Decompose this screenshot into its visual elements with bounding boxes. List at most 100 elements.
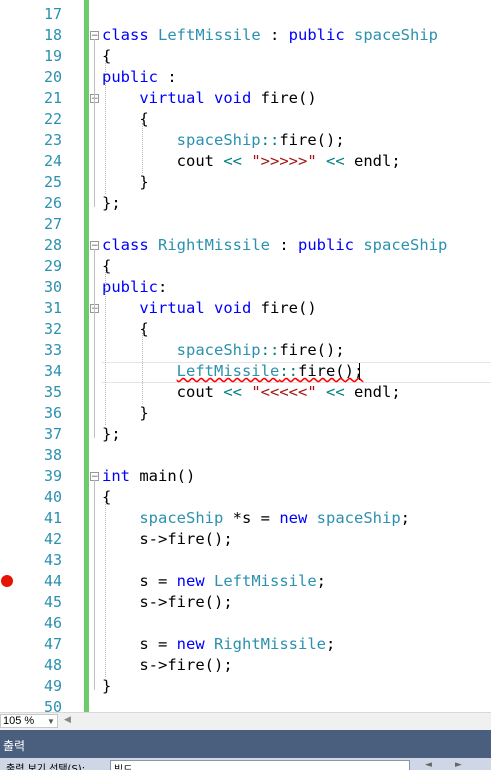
line-number: 32 [43, 320, 62, 338]
code-editor[interactable]: 17 18 class LeftMissile : public spaceShip… [0, 0, 491, 712]
code-token: LeftMissile [158, 26, 261, 44]
code-token: RightMissile [214, 635, 326, 653]
code-line[interactable]: virtual void fire() [102, 88, 317, 109]
code-line[interactable]: } [102, 403, 149, 424]
code-line[interactable]: public : [102, 67, 177, 88]
text-caret [359, 363, 360, 380]
line-number: 39 [43, 467, 62, 485]
code-token: "<<<<<" [251, 383, 317, 401]
code-line[interactable]: s = new RightMissile; [102, 634, 335, 655]
code-token: { [102, 47, 112, 65]
code-token: spaceShip [176, 131, 261, 149]
code-token: ; [400, 509, 411, 527]
indent-guide [142, 333, 143, 405]
chevron-down-icon: ▼ [47, 717, 55, 726]
code-token: :: [260, 341, 280, 359]
code-token: ">>>>>" [251, 152, 317, 170]
line-number: 19 [43, 47, 62, 65]
line-number: 34 [43, 362, 62, 380]
code-line[interactable]: virtual void fire() [102, 298, 317, 319]
line-number: 48 [43, 656, 62, 674]
code-line[interactable]: { [102, 256, 111, 277]
output-source-select[interactable]: 빌드 [110, 760, 410, 770]
code-line[interactable]: public: [102, 277, 167, 298]
code-line[interactable]: { [102, 46, 111, 67]
zoom-dropdown[interactable]: 105 % ▼ [0, 714, 58, 728]
code-line[interactable]: class LeftMissile : public spaceShip [102, 25, 438, 46]
code-token: new [279, 509, 308, 527]
code-token: } [102, 404, 149, 422]
code-line[interactable]: } [102, 676, 111, 697]
code-token: LeftMissile [214, 572, 317, 590]
line-number: 23 [43, 131, 62, 149]
code-line[interactable]: }; [102, 193, 121, 214]
zoom-level: 105 % [3, 715, 35, 727]
code-token: } [102, 173, 149, 191]
code-token: : [260, 26, 289, 44]
code-token: fire() [251, 299, 317, 317]
scroll-left-arrow-icon[interactable]: ◀ [64, 715, 71, 725]
line-number: 35 [43, 383, 62, 401]
code-token: cout [102, 152, 224, 170]
code-line[interactable]: }; [102, 424, 121, 445]
output-toolbar: 출력 보기 선택(S): 빌드 ◄ ► [0, 758, 491, 770]
code-token: *s = [223, 509, 280, 527]
code-token: main() [130, 467, 196, 485]
code-line[interactable]: } [102, 172, 149, 193]
code-token: { [102, 488, 112, 506]
code-line[interactable]: s->fire(); [102, 655, 232, 676]
code-token: s = [102, 572, 177, 590]
line-number: 26 [43, 194, 62, 212]
code-line[interactable]: cout << ">>>>>" << endl; [102, 151, 401, 172]
code-token: : [270, 236, 298, 254]
code-token: ; [325, 635, 336, 653]
code-token: fire() [251, 89, 317, 107]
code-token: { [102, 257, 112, 275]
line-number: 42 [43, 530, 62, 548]
line-number: 28 [43, 236, 62, 254]
line-number: 40 [43, 488, 62, 506]
code-line[interactable]: int main() [102, 466, 195, 487]
breakpoint-icon[interactable] [1, 575, 13, 587]
indent-guide [105, 60, 106, 195]
code-token: fire(); [297, 362, 364, 380]
code-line[interactable]: cout << "<<<<<" << endl; [102, 382, 401, 403]
code-line[interactable]: s->fire(); [102, 592, 232, 613]
code-token: << [223, 383, 242, 401]
code-line[interactable]: s = new LeftMissile; [102, 571, 326, 592]
code-token: class [102, 236, 149, 254]
line-number: 33 [43, 341, 62, 359]
code-token: void [214, 89, 252, 107]
code-token: spaceShip [363, 236, 448, 254]
code-token: public [288, 26, 345, 44]
code-line[interactable]: spaceShip::fire(); [102, 340, 345, 361]
line-number: 46 [43, 614, 62, 632]
code-line[interactable]: spaceShip::fire(); [102, 130, 345, 151]
code-line[interactable]: class RightMissile : public spaceShip [102, 235, 447, 256]
code-line[interactable]: s->fire(); [102, 529, 232, 550]
outline-bracket [94, 480, 95, 690]
editor-status-bar: 105 % ▼ ◀ [0, 712, 491, 730]
code-line[interactable]: spaceShip *s = new spaceShip; [102, 508, 410, 529]
code-token: fire(); [279, 341, 345, 359]
line-number: 41 [43, 509, 62, 527]
code-token: cout [102, 383, 224, 401]
line-number: 31 [43, 299, 62, 317]
line-number: 43 [43, 551, 62, 569]
output-next-icon[interactable]: ► [455, 760, 469, 770]
breakpoint-margin[interactable] [0, 0, 16, 712]
code-line[interactable]: { [102, 487, 111, 508]
code-token: LeftMissile [176, 362, 280, 380]
line-number: 20 [43, 68, 62, 86]
code-token: int [102, 467, 130, 485]
output-prev-icon[interactable]: ◄ [425, 760, 439, 770]
